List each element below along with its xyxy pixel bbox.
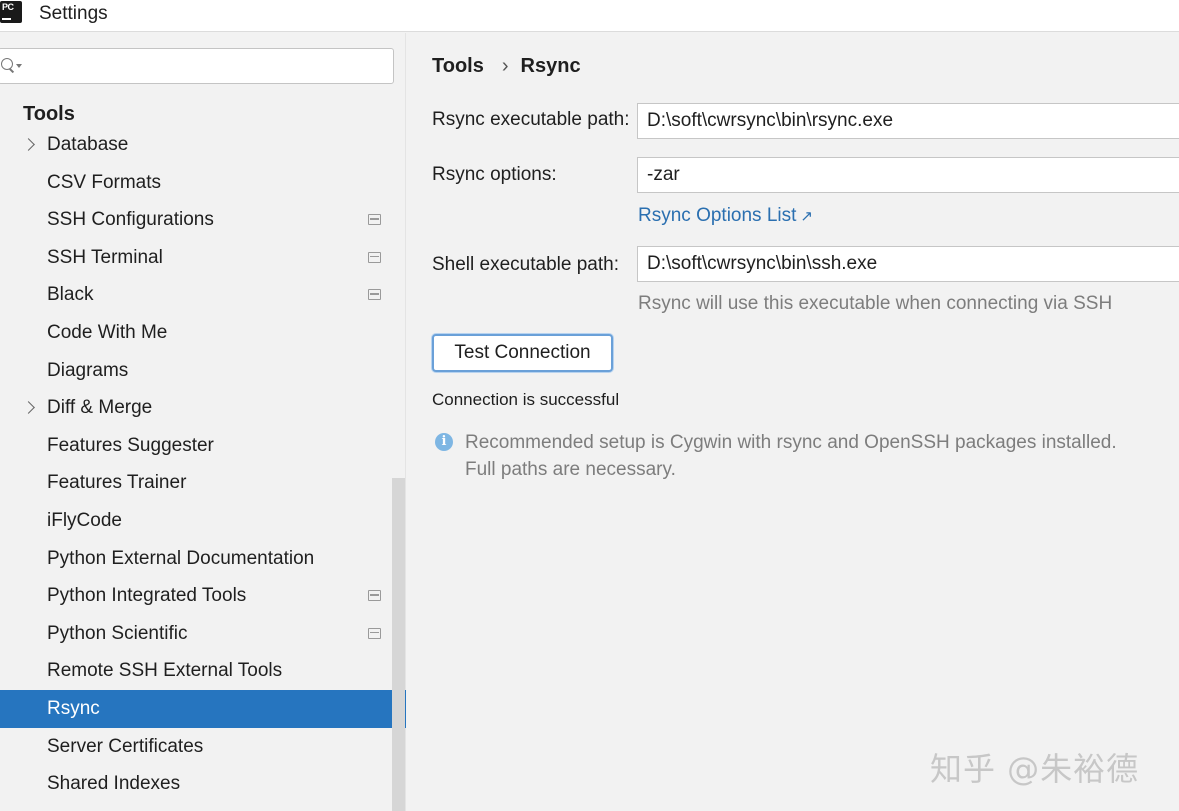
sidebar-item-label: SSH Configurations — [47, 209, 214, 231]
sidebar-item-label: Python External Documentation — [47, 547, 315, 569]
settings-search-input[interactable] — [25, 52, 385, 80]
sidebar-item-ssh-terminal[interactable]: SSH Terminal — [0, 239, 406, 277]
sidebar-item-label: SSH Terminal — [47, 246, 163, 268]
sidebar-item-label: iFlyCode — [47, 509, 122, 531]
search-options-dropdown-icon[interactable] — [16, 64, 22, 68]
sidebar-item-features-suggester[interactable]: Features Suggester — [0, 427, 406, 465]
sidebar-item-label: Remote SSH External Tools — [47, 660, 283, 682]
rsync-path-label: Rsync executable path: — [432, 109, 630, 130]
sidebar-item-shared-indexes[interactable]: Shared Indexes — [0, 765, 406, 803]
sidebar-item-label: CSV Formats — [47, 171, 162, 193]
sidebar-item-code-with-me[interactable]: Code With Me — [0, 314, 406, 352]
sidebar-item-python-scientific[interactable]: Python Scientific — [0, 615, 406, 653]
chevron-right-icon[interactable] — [22, 138, 35, 151]
sidebar-item-iflycode[interactable]: iFlyCode — [0, 502, 406, 540]
sidebar-item-python-external-documentation[interactable]: Python External Documentation — [0, 540, 406, 578]
project-level-settings-icon — [368, 627, 381, 639]
breadcrumb-parent[interactable]: Tools — [432, 55, 484, 77]
sidebar-item-label: Rsync — [47, 697, 100, 719]
sidebar-item-remote-ssh-external-tools[interactable]: Remote SSH External Tools — [0, 652, 406, 690]
sidebar-item-label: Python Scientific — [47, 622, 188, 644]
rsync-options-label: Rsync options: — [432, 164, 557, 185]
sidebar-item-python-integrated-tools[interactable]: Python Integrated Tools — [0, 577, 406, 615]
breadcrumb-separator: › — [501, 55, 509, 77]
settings-sidebar: Tools Database CSV Formats SSH Configurati… — [0, 33, 406, 811]
sidebar-item-label: Code With Me — [47, 321, 168, 343]
sidebar-item-black[interactable]: Black — [0, 276, 406, 314]
sidebar-item-diff-merge[interactable]: Diff & Merge — [0, 389, 406, 427]
shell-path-hint: Rsync will use this executable when conn… — [638, 293, 1113, 314]
sidebar-item-label: Black — [47, 284, 94, 306]
title-bar: PC Settings — [0, 0, 1179, 32]
sidebar-item-label: Diagrams — [47, 359, 129, 381]
sidebar-item-ssh-configurations[interactable]: SSH Configurations — [0, 201, 406, 239]
info-icon: i — [435, 433, 453, 451]
sidebar-scrollbar[interactable] — [392, 478, 405, 811]
sidebar-item-csv-formats[interactable]: CSV Formats — [0, 164, 406, 202]
rsync-path-input[interactable] — [637, 103, 1179, 139]
pycharm-logo-icon: PC — [0, 1, 22, 23]
window-title: Settings — [39, 3, 108, 24]
sidebar-item-label: Diff & Merge — [47, 397, 153, 419]
project-level-settings-icon — [368, 590, 381, 602]
project-level-settings-icon — [368, 289, 381, 301]
sidebar-item-label: Shared Indexes — [47, 773, 181, 795]
search-icon[interactable] — [0, 57, 15, 73]
chevron-right-icon[interactable] — [22, 401, 35, 415]
rsync-settings-panel: Tools › Rsync Rsync executable path: Rsync… — [407, 33, 1179, 811]
sidebar-item-label: Python Integrated Tools — [47, 585, 247, 607]
breadcrumb: Tools › Rsync — [432, 55, 581, 78]
sidebar-item-label: Database — [47, 134, 129, 155]
section-title-tools[interactable]: Tools — [23, 103, 75, 126]
external-link-arrow-icon: ↗ — [800, 208, 813, 225]
test-connection-button[interactable]: Test Connection — [432, 334, 613, 372]
settings-tree: Database CSV Formats SSH Configurations SSH… — [0, 126, 406, 803]
sidebar-item-diagrams[interactable]: Diagrams — [0, 352, 406, 390]
connection-status: Connection is successful — [432, 390, 620, 409]
project-level-settings-icon — [368, 251, 381, 263]
sidebar-item-label: Features Trainer — [47, 472, 187, 494]
rsync-options-list-link[interactable]: Rsync Options List ↗ — [638, 205, 813, 227]
info-message: Recommended setup is Cygwin with rsync a… — [465, 429, 1117, 483]
rsync-options-input[interactable] — [637, 157, 1179, 193]
sidebar-item-database[interactable]: Database — [0, 126, 406, 164]
sidebar-item-label: Features Suggester — [47, 434, 214, 456]
search-box[interactable] — [0, 48, 394, 84]
shell-path-label: Shell executable path: — [432, 254, 619, 275]
sidebar-item-label: Server Certificates — [47, 735, 204, 757]
shell-path-input[interactable] — [637, 246, 1179, 282]
info-message-line-1: Recommended setup is Cygwin with rsync a… — [465, 432, 1117, 453]
watermark: 知乎 @朱裕德 — [930, 750, 1140, 788]
breadcrumb-current: Rsync — [520, 55, 581, 77]
project-level-settings-icon — [368, 214, 381, 226]
info-message-line-2: Full paths are necessary. — [465, 459, 676, 480]
sidebar-item-server-certificates[interactable]: Server Certificates — [0, 728, 406, 766]
sidebar-item-rsync[interactable]: Rsync — [0, 689, 406, 728]
sidebar-item-features-trainer[interactable]: Features Trainer — [0, 464, 406, 502]
rsync-options-list-label[interactable]: Rsync Options List — [638, 205, 796, 226]
